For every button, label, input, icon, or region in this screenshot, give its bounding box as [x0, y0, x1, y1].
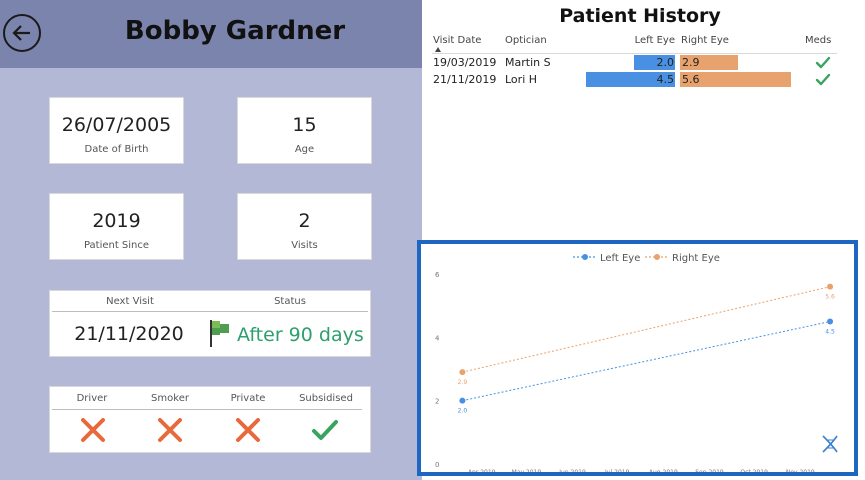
visit-date-cell: 21/11/2019 — [433, 73, 497, 86]
data-label: 2.0 — [458, 408, 468, 415]
series-line — [462, 321, 831, 402]
eye-trend-chart[interactable]: Left Eye Right Eye 0 2 4 6 Apr 2019 May 2019… — [417, 240, 858, 476]
dob-value: 26/07/2005 — [61, 114, 172, 136]
cross-icon — [81, 418, 105, 442]
patient-name: Bobby Gardner — [124, 16, 346, 46]
patient-since-label: Patient Since — [83, 240, 150, 251]
data-point[interactable] — [459, 397, 466, 404]
y-axis: 0 2 4 6 — [435, 271, 440, 469]
flags-card: Driver Smoker Private Subsidised — [49, 386, 371, 453]
data-label: 5.6 — [825, 294, 835, 301]
flag-label-private: Private — [230, 393, 266, 404]
cross-icon — [158, 418, 182, 442]
arrow-left-icon — [12, 25, 30, 41]
check-icon — [815, 56, 831, 69]
dna-icon — [822, 435, 838, 453]
data-label: 4.5 — [825, 329, 835, 336]
divider — [52, 409, 362, 410]
dob-label: Date of Birth — [84, 144, 149, 155]
visits-value: 2 — [298, 210, 311, 232]
series-line — [462, 286, 831, 373]
left-eye-cell: 4.5 — [656, 73, 675, 86]
visit-date-cell: 19/03/2019 — [433, 56, 497, 69]
table-title: Patient History — [559, 5, 721, 27]
check-icon — [312, 420, 338, 440]
column-header-right-eye[interactable]: Right Eye — [681, 35, 729, 46]
flag-label-driver: Driver — [76, 393, 108, 404]
divider — [52, 311, 368, 312]
x-tick-label: Aug 2019 — [649, 469, 678, 472]
status-label: Status — [274, 296, 306, 307]
dob-card: 26/07/2005 Date of Birth — [49, 97, 184, 164]
flag-label-smoker: Smoker — [151, 393, 189, 404]
y-tick-label: 4 — [435, 334, 440, 342]
next-visit-card: Next Visit Status 21/11/2020 After 90 da… — [49, 290, 371, 357]
divider — [432, 53, 837, 54]
cross-icon — [236, 418, 260, 442]
flag-icon — [210, 320, 229, 347]
x-tick-label: Apr 2019 — [468, 469, 496, 472]
flag-label-subsidised: Subsidised — [299, 393, 353, 404]
right-eye-cell: 5.6 — [682, 73, 700, 86]
check-icon — [815, 73, 831, 86]
x-tick-label: Jul 2019 — [604, 469, 630, 472]
age-card: 15 Age — [237, 97, 372, 164]
patient-panel: Bobby Gardner 26/07/2005 Date of Birth 1… — [0, 0, 422, 480]
visits-label: Visits — [291, 240, 318, 251]
legend-label-right-eye: Right Eye — [672, 253, 720, 264]
data-point[interactable] — [459, 369, 466, 376]
chart-series: 2.0 4.5 2.9 5.6 — [458, 283, 835, 415]
patient-since-card: 2019 Patient Since — [49, 193, 184, 260]
age-label: Age — [294, 144, 315, 155]
next-visit-label: Next Visit — [106, 296, 154, 307]
age-value: 15 — [292, 114, 317, 136]
y-tick-label: 6 — [435, 271, 440, 279]
x-tick-label: Sep 2019 — [695, 469, 724, 472]
x-axis: Apr 2019 May 2019 Jun 2019 Jul 2019 Aug 2019… — [468, 469, 815, 472]
x-tick-label: Nov 2019 — [786, 469, 815, 472]
column-header-visit-date[interactable]: Visit Date — [433, 35, 481, 46]
y-tick-label: 0 — [435, 461, 439, 469]
patient-header: Bobby Gardner — [0, 0, 422, 68]
y-tick-label: 2 — [435, 398, 439, 406]
next-visit-value: 21/11/2020 — [74, 323, 184, 345]
data-point[interactable] — [827, 318, 834, 325]
data-point[interactable] — [827, 283, 834, 290]
sort-up-icon — [435, 47, 441, 52]
visits-card: 2 Visits — [237, 193, 372, 260]
x-tick-label: May 2019 — [512, 469, 542, 472]
line-chart: Left Eye Right Eye 0 2 4 6 Apr 2019 May 2019… — [435, 253, 838, 472]
column-header-meds[interactable]: Meds — [805, 35, 831, 46]
optician-cell: Martin S — [505, 56, 551, 69]
column-header-optician[interactable]: Optician — [505, 35, 547, 46]
patient-since-value: 2019 — [92, 210, 141, 232]
chart-legend: Left Eye Right Eye — [573, 253, 720, 264]
back-button[interactable] — [3, 14, 41, 52]
status-value: After 90 days — [237, 324, 364, 346]
x-tick-label: Oct 2019 — [740, 469, 768, 472]
optician-cell: Lori H — [505, 73, 538, 86]
right-eye-cell: 2.9 — [682, 56, 700, 69]
column-header-left-eye[interactable]: Left Eye — [620, 35, 675, 46]
data-label: 2.9 — [458, 379, 468, 386]
legend-label-left-eye: Left Eye — [600, 253, 640, 264]
left-eye-cell: 2.0 — [656, 56, 675, 69]
x-tick-label: Jun 2019 — [558, 469, 586, 472]
